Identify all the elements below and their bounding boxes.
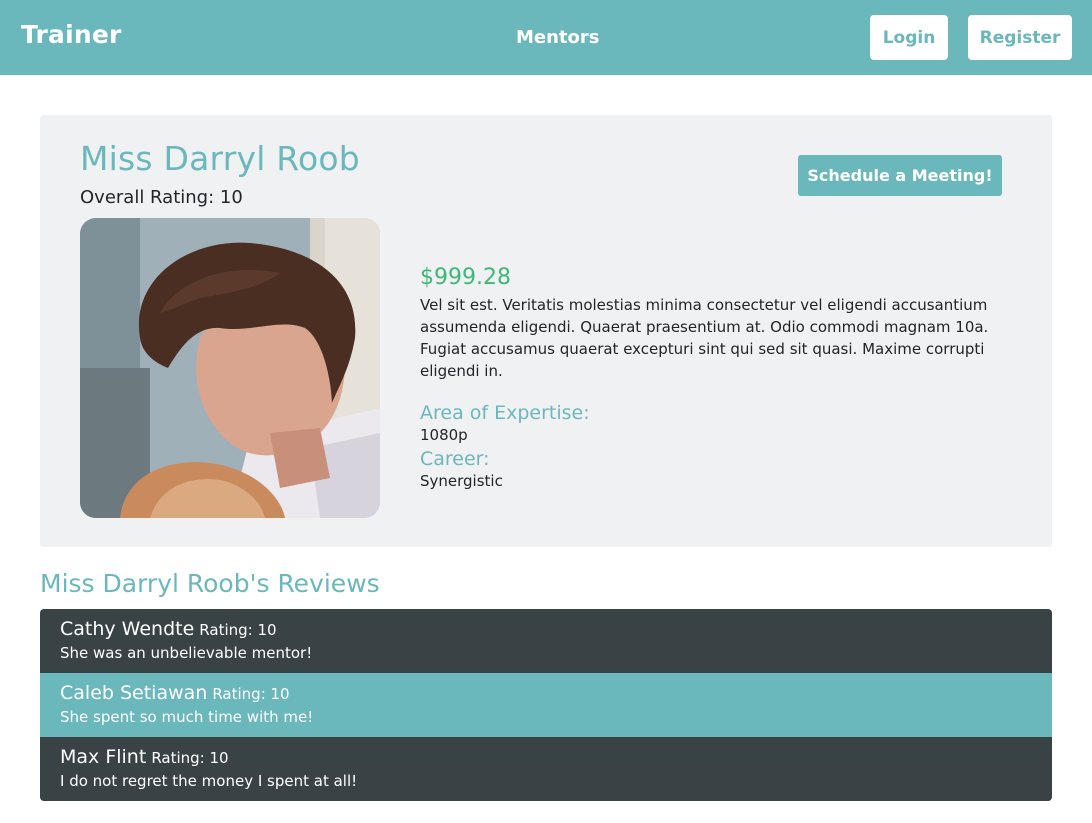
- reviewer-name: Cathy Wendte: [60, 618, 195, 640]
- review-item: Max Flint Rating: 10 I do not regret the…: [40, 737, 1052, 801]
- nav-link-mentors[interactable]: Mentors: [516, 27, 600, 48]
- reviewer-name: Max Flint: [60, 746, 147, 768]
- reviews-heading: Miss Darryl Roob's Reviews: [40, 569, 380, 598]
- mentor-info: $999.28 Vel sit est. Veritatis molestias…: [420, 265, 1000, 490]
- review-item: Caleb Setiawan Rating: 10 She spent so m…: [40, 673, 1052, 737]
- expertise-value: 1080p: [420, 426, 468, 444]
- mentor-description: Vel sit est. Veritatis molestias minima …: [420, 296, 989, 380]
- review-item: Cathy Wendte Rating: 10 She was an unbel…: [40, 609, 1052, 673]
- mentor-portrait-image: [80, 218, 380, 518]
- review-header: Max Flint Rating: 10: [60, 746, 1032, 768]
- brand-logo[interactable]: Trainer: [21, 20, 122, 49]
- career-value: Synergistic: [420, 472, 503, 490]
- register-button[interactable]: Register: [968, 15, 1072, 60]
- expertise-label: Area of Expertise:: [420, 402, 590, 424]
- review-rating: Rating: 10: [151, 749, 229, 767]
- reviewer-name: Caleb Setiawan: [60, 682, 208, 704]
- review-header: Cathy Wendte Rating: 10: [60, 618, 1032, 640]
- navbar: Trainer Mentors Login Register: [0, 0, 1092, 75]
- review-text: She spent so much time with me!: [60, 708, 314, 726]
- mentor-name: Miss Darryl Roob: [80, 139, 360, 178]
- mentor-profile-card: Miss Darryl Roob Overall Rating: 10 Sche…: [40, 115, 1052, 547]
- review-text: I do not regret the money I spent at all…: [60, 772, 358, 790]
- mentor-photo: [80, 218, 380, 518]
- schedule-meeting-button[interactable]: Schedule a Meeting!: [798, 155, 1002, 196]
- review-text: She was an unbelievable mentor!: [60, 644, 313, 662]
- review-rating: Rating: 10: [212, 685, 290, 703]
- career-label: Career:: [420, 448, 490, 470]
- login-button[interactable]: Login: [870, 15, 948, 60]
- mentor-price: $999.28: [420, 265, 511, 290]
- review-header: Caleb Setiawan Rating: 10: [60, 682, 1032, 704]
- overall-rating: Overall Rating: 10: [80, 187, 243, 208]
- reviews-list: Cathy Wendte Rating: 10 She was an unbel…: [40, 609, 1052, 801]
- review-rating: Rating: 10: [199, 621, 277, 639]
